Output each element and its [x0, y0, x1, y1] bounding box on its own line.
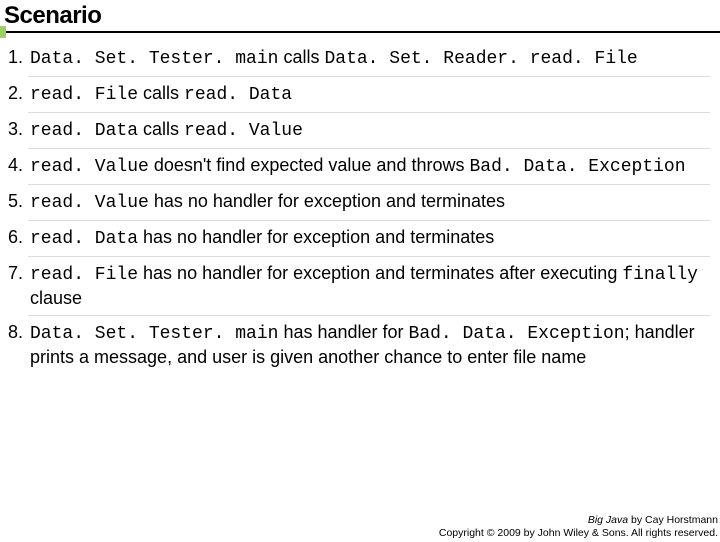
code-text: finally: [622, 265, 698, 285]
plain-text: doesn't find expected value and throws: [149, 155, 470, 175]
code-text: read. File: [30, 85, 138, 105]
list-item: Data. Set. Tester. main has handler for …: [28, 316, 710, 374]
code-text: read. Value: [184, 121, 303, 141]
title-block: Scenario: [0, 2, 720, 33]
plain-text: calls: [138, 119, 184, 139]
slide-title: Scenario: [4, 2, 720, 30]
code-text: read. Data: [184, 85, 292, 105]
slide: { "title": "Scenario", "steps": [ { "par…: [0, 2, 720, 542]
list-item: read. File calls read. Data: [28, 77, 710, 113]
list-item: read. Value has no handler for exception…: [28, 185, 710, 221]
list-item: read. File has no handler for exception …: [28, 257, 710, 316]
code-text: Bad. Data. Exception: [469, 157, 685, 177]
code-text: Data. Set. Reader. read. File: [324, 49, 637, 69]
plain-text: has handler for: [278, 322, 408, 342]
plain-text: calls: [138, 83, 184, 103]
footer-book: Big Java: [588, 514, 628, 526]
code-text: Data. Set. Tester. main: [30, 324, 278, 344]
footer-copyright: Copyright © 2009 by John Wiley & Sons. A…: [439, 527, 718, 540]
code-text: read. Data: [30, 121, 138, 141]
plain-text: has no handler for exception and termina…: [138, 227, 494, 247]
scenario-list: Data. Set. Tester. main calls Data. Set.…: [0, 33, 720, 374]
footer-byline: by Cay Horstmann: [628, 514, 718, 526]
code-text: read. File: [30, 265, 138, 285]
plain-text: calls: [278, 47, 324, 67]
footer-book-line: Big Java by Cay Horstmann: [439, 514, 718, 527]
list-item: read. Data calls read. Value: [28, 113, 710, 149]
code-text: read. Value: [30, 193, 149, 213]
code-text: read. Data: [30, 229, 138, 249]
plain-text: has no handler for exception and termina…: [138, 263, 622, 283]
footer: Big Java by Cay Horstmann Copyright © 20…: [439, 514, 718, 540]
plain-text: clause: [30, 288, 82, 308]
title-accent: [0, 26, 6, 38]
list-item: read. Data has no handler for exception …: [28, 221, 710, 257]
plain-text: has no handler for exception and termina…: [149, 191, 505, 211]
list-item: read. Value doesn't find expected value …: [28, 149, 710, 185]
code-text: read. Value: [30, 157, 149, 177]
list-item: Data. Set. Tester. main calls Data. Set.…: [28, 41, 710, 77]
code-text: Bad. Data. Exception: [409, 324, 625, 344]
code-text: Data. Set. Tester. main: [30, 49, 278, 69]
